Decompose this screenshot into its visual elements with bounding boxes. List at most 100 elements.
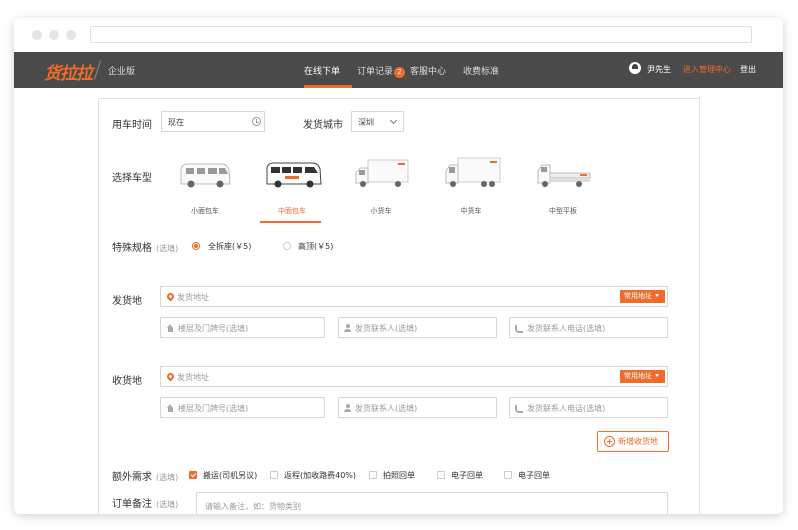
- phone-icon: [514, 324, 523, 333]
- optional-tag: (选填): [156, 500, 179, 509]
- pickup-phone-placeholder: 发货联系人电话(选填): [527, 324, 606, 333]
- address-bar[interactable]: [90, 26, 752, 43]
- optional-tag: (选填): [156, 473, 179, 482]
- home-icon: [166, 404, 175, 413]
- vehicle-label-small-van: 小面包车: [191, 207, 219, 215]
- small-van-icon: [180, 163, 231, 188]
- window-minimize-dot[interactable]: [49, 30, 59, 40]
- nav-pricing[interactable]: 收费标准: [463, 64, 499, 77]
- vehicle-option-medium-van[interactable]: 中面包车: [257, 159, 327, 223]
- time-label: 用车时间: [112, 120, 152, 131]
- flatbed-truck-icon: [537, 164, 591, 187]
- chevron-down-icon: [389, 116, 398, 125]
- common-address-label: 常用地址: [624, 292, 652, 300]
- remark-placeholder: 请输入备注，如：货物类别: [205, 502, 301, 511]
- optional-tag: (选填): [156, 244, 179, 253]
- add-dropoff-label: 新增收货地: [618, 437, 658, 446]
- radio-label-high-roof: 高顶(￥5): [298, 242, 334, 251]
- city-label: 发货城市: [303, 120, 343, 131]
- window-close-dot[interactable]: [32, 30, 42, 40]
- checkbox-e-receipt-2[interactable]: [504, 471, 512, 479]
- dropoff-floor-input[interactable]: 楼层及门牌号(选填): [160, 397, 325, 418]
- dropoff-label: 收货地: [112, 376, 142, 387]
- pickup-floor-input[interactable]: 楼层及门牌号(选填): [160, 317, 325, 338]
- vehicle-label-small-truck: 小货车: [370, 207, 392, 215]
- dropoff-address-placeholder: 发货地址: [177, 373, 209, 382]
- special-spec-title: 特殊规格: [112, 243, 152, 254]
- home-icon: [166, 324, 175, 333]
- city-select[interactable]: 深圳: [351, 111, 404, 132]
- clock-icon: [252, 117, 261, 126]
- medium-van-icon: [266, 162, 322, 188]
- vehicle-label-medium-truck: 中货车: [460, 207, 482, 215]
- vehicle-option-medium-truck[interactable]: 中货车: [436, 156, 506, 218]
- radio-label-remove-seats: 全拆座(￥5): [208, 242, 252, 251]
- dropoff-contact-placeholder: 发货联系人(选填): [355, 404, 418, 413]
- nav-order-records-label: 订单记录: [357, 67, 394, 77]
- pickup-floor-placeholder: 楼层及门牌号(选填): [178, 324, 249, 333]
- remark-textarea[interactable]: 请输入备注，如：货物类别: [196, 492, 668, 514]
- checkbox-loading-help[interactable]: [189, 471, 197, 479]
- location-pin-icon: [165, 291, 176, 302]
- city-value: 深圳: [358, 118, 374, 127]
- radio-high-roof[interactable]: [283, 242, 291, 250]
- checkbox-label-e-receipt-2: 电子回单: [518, 471, 550, 480]
- extra-needs-title: 额外需求: [112, 472, 152, 483]
- logo-divider: [93, 60, 102, 80]
- window-maximize-dot[interactable]: [66, 30, 76, 40]
- pickup-common-address-button[interactable]: 常用地址: [620, 290, 665, 303]
- edition-label: 企业版: [108, 67, 136, 77]
- checkbox-label-e-receipt-1: 电子回单: [451, 471, 483, 480]
- pickup-contact-input[interactable]: 发货联系人(选填): [338, 317, 497, 338]
- checkbox-return-trip[interactable]: [270, 471, 278, 479]
- nav-order-records[interactable]: 订单记录 2: [357, 64, 406, 78]
- pickup-phone-input[interactable]: 发货联系人电话(选填): [509, 317, 668, 338]
- location-pin-icon: [165, 371, 176, 382]
- dropdown-triangle-icon: [655, 294, 659, 297]
- order-form: 用车时间 现在 发货城市 深圳 选择车型 小面包车 中面包车 小货车 中货车 中…: [98, 98, 700, 514]
- nav-customer-service[interactable]: 客服中心: [410, 64, 446, 77]
- checkbox-label-photo-receipt: 拍照回单: [383, 471, 415, 480]
- user-name[interactable]: 尹先生: [647, 64, 671, 75]
- order-count-badge: 2: [394, 67, 406, 78]
- nav-online-order[interactable]: 在线下单: [304, 64, 340, 77]
- pickup-contact-placeholder: 发货联系人(选填): [355, 324, 418, 333]
- person-icon: [343, 404, 352, 413]
- dropoff-address-input[interactable]: 发货地址 常用地址: [160, 366, 668, 387]
- time-picker[interactable]: 现在: [161, 111, 265, 132]
- browser-toolbar: [14, 18, 783, 52]
- dropoff-phone-input[interactable]: 发货联系人电话(选填): [509, 397, 668, 418]
- plus-circle-icon: [604, 436, 615, 447]
- vehicle-option-small-truck[interactable]: 小货车: [346, 157, 416, 219]
- checkbox-photo-receipt[interactable]: [369, 471, 377, 479]
- special-spec-label: 特殊规格 (选填): [112, 239, 178, 254]
- radio-remove-seats[interactable]: [192, 242, 200, 250]
- checkbox-e-receipt-1[interactable]: [437, 471, 445, 479]
- logout-link[interactable]: 登出: [740, 64, 756, 75]
- dropoff-contact-input[interactable]: 发货联系人(选填): [338, 397, 497, 418]
- dropdown-triangle-icon: [655, 374, 659, 377]
- small-truck-icon: [355, 159, 409, 187]
- remark-label: 订单备注 (选填): [112, 495, 178, 510]
- vehicle-label: 选择车型: [112, 173, 152, 184]
- phone-icon: [514, 404, 523, 413]
- vehicle-label-medium-van: 中面包车: [278, 207, 306, 215]
- vehicle-label-flatbed: 中型平板: [549, 207, 577, 215]
- pickup-address-placeholder: 发货地址: [177, 293, 209, 302]
- add-dropoff-button[interactable]: 新增收货地: [597, 431, 669, 452]
- pickup-address-input[interactable]: 发货地址 常用地址: [160, 286, 668, 307]
- vehicle-option-flatbed[interactable]: 中型平板: [528, 159, 598, 221]
- checkbox-label-loading-help: 搬运(司机另议): [203, 471, 258, 480]
- dropoff-floor-placeholder: 楼层及门牌号(选填): [178, 404, 249, 413]
- nav-active-indicator: [304, 85, 352, 88]
- admin-center-link[interactable]: 进入管理中心: [683, 64, 731, 75]
- vehicle-option-small-van[interactable]: 小面包车: [170, 159, 240, 221]
- remark-title: 订单备注: [112, 499, 152, 510]
- dropoff-common-address-button[interactable]: 常用地址: [620, 370, 665, 383]
- medium-truck-icon: [445, 157, 501, 187]
- brand-logo[interactable]: 货拉拉: [44, 59, 93, 84]
- dropoff-phone-placeholder: 发货联系人电话(选填): [527, 404, 606, 413]
- pickup-label: 发货地: [112, 296, 142, 307]
- checkbox-label-return-trip: 返程(加收路费40%): [284, 471, 357, 480]
- user-avatar[interactable]: [629, 62, 641, 74]
